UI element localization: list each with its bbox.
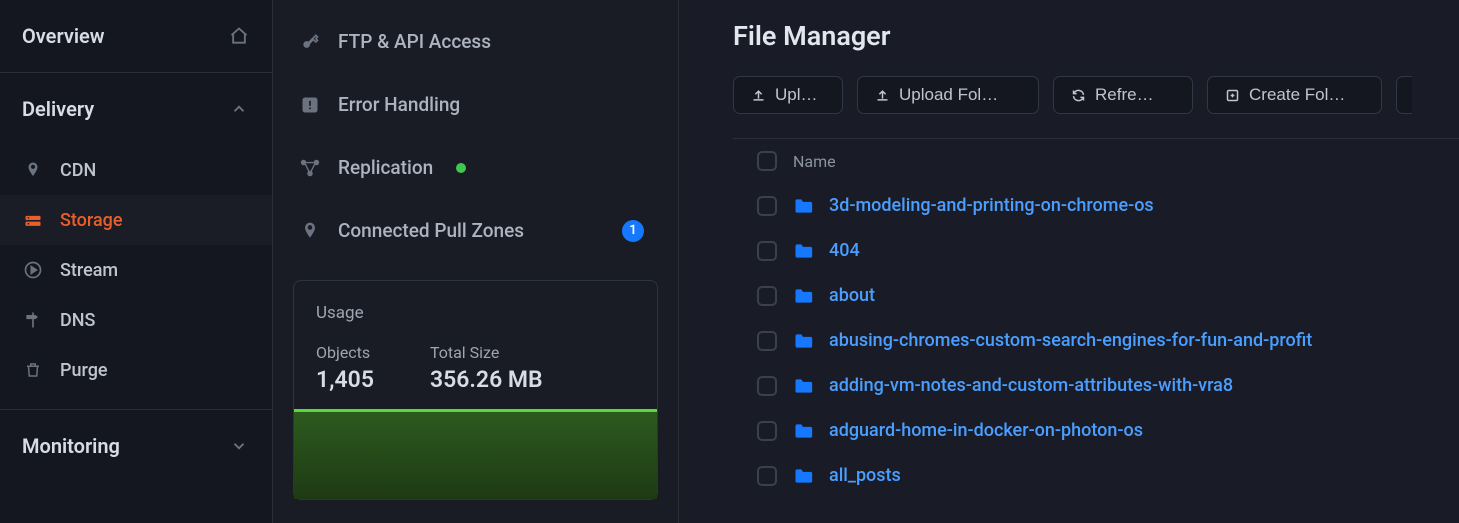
file-name-link[interactable]: adguard-home-in-docker-on-photon-os [829, 420, 1143, 441]
folder-icon [793, 331, 813, 351]
play-circle-icon [22, 259, 44, 281]
folder-icon [793, 466, 813, 486]
usage-size-value: 356.26 MB [430, 366, 543, 393]
sec-item-label: Replication [338, 156, 433, 179]
table-row: all_posts [733, 453, 1459, 498]
folder-icon [793, 286, 813, 306]
table-row: about [733, 273, 1459, 318]
file-name-link[interactable]: abusing-chromes-custom-search-engines-fo… [829, 330, 1312, 351]
refresh-button[interactable]: Refre… [1053, 76, 1193, 114]
chevron-down-icon [228, 435, 250, 457]
overflow-button[interactable] [1396, 76, 1412, 114]
count-badge: 1 [622, 220, 644, 242]
usage-title: Usage [316, 303, 635, 323]
usage-objects-label: Objects [316, 343, 374, 362]
button-label: Refre… [1095, 85, 1154, 105]
nav-item-purge[interactable]: Purge [0, 345, 272, 395]
network-icon [299, 157, 321, 179]
sec-item-pull-zones[interactable]: Connected Pull Zones 1 [273, 199, 678, 262]
nav-sidebar: Overview Delivery CDN Storage Stream [0, 0, 273, 523]
upload-icon [750, 87, 766, 103]
alert-square-icon [299, 94, 321, 116]
table-row: adguard-home-in-docker-on-photon-os [733, 408, 1459, 453]
row-checkbox[interactable] [757, 286, 777, 306]
home-icon [228, 25, 250, 47]
row-checkbox[interactable] [757, 376, 777, 396]
nav-section-delivery[interactable]: Delivery [0, 72, 272, 145]
select-all-checkbox[interactable] [757, 151, 777, 171]
nav-delivery-label: Delivery [22, 97, 94, 121]
usage-size-label: Total Size [430, 343, 543, 362]
nav-section-overview[interactable]: Overview [0, 0, 272, 72]
folder-icon [793, 241, 813, 261]
upload-folder-icon [874, 87, 890, 103]
storage-icon [22, 209, 44, 231]
file-name-link[interactable]: 404 [829, 240, 860, 261]
key-icon [299, 31, 321, 53]
nav-item-dns[interactable]: DNS [0, 295, 272, 345]
nav-item-stream[interactable]: Stream [0, 245, 272, 295]
table-row: abusing-chromes-custom-search-engines-fo… [733, 318, 1459, 363]
file-table: Name 3d-modeling-and-printing-on-chrome-… [733, 138, 1459, 498]
nav-item-label: DNS [60, 310, 95, 331]
table-row: 404 [733, 228, 1459, 273]
signpost-icon [22, 309, 44, 331]
row-checkbox[interactable] [757, 196, 777, 216]
nav-overview-label: Overview [22, 24, 105, 48]
table-row: 3d-modeling-and-printing-on-chrome-os [733, 183, 1459, 228]
secondary-sidebar: FTP & API Access Error Handling Replicat… [273, 0, 679, 523]
sec-item-replication[interactable]: Replication [273, 136, 678, 199]
file-name-link[interactable]: all_posts [829, 465, 901, 486]
button-label: Uplo… [775, 85, 826, 105]
upload-folder-button[interactable]: Upload Fol… [857, 76, 1039, 114]
sec-item-ftp-api[interactable]: FTP & API Access [273, 10, 678, 73]
file-name-link[interactable]: 3d-modeling-and-printing-on-chrome-os [829, 195, 1154, 216]
button-label: Upload Fol… [899, 85, 998, 105]
chevron-up-icon [228, 98, 250, 120]
plus-square-icon [1224, 87, 1240, 103]
file-name-link[interactable]: about [829, 285, 875, 306]
toolbar: Uplo… Upload Fol… Refre… Create Fol… [733, 76, 1459, 114]
pin-icon [299, 220, 321, 242]
folder-icon [793, 196, 813, 216]
table-row: adding-vm-notes-and-custom-attributes-wi… [733, 363, 1459, 408]
nav-item-label: CDN [60, 160, 96, 181]
usage-chart [294, 409, 657, 499]
usage-card: Usage Objects 1,405 Total Size 356.26 MB [293, 280, 658, 500]
sec-item-label: Connected Pull Zones [338, 219, 524, 242]
main-content: File Manager Uplo… Upload Fol… Refre… Cr… [679, 0, 1459, 523]
row-checkbox[interactable] [757, 241, 777, 261]
upload-button[interactable]: Uplo… [733, 76, 843, 114]
sec-item-label: FTP & API Access [338, 30, 491, 53]
row-checkbox[interactable] [757, 466, 777, 486]
column-header-name: Name [793, 152, 836, 171]
sec-item-error-handling[interactable]: Error Handling [273, 73, 678, 136]
table-header-row: Name [733, 139, 1459, 183]
nav-item-label: Purge [60, 360, 108, 381]
nav-item-label: Storage [60, 210, 123, 231]
nav-item-cdn[interactable]: CDN [0, 145, 272, 195]
trash-icon [22, 359, 44, 381]
sec-item-label: Error Handling [338, 93, 460, 116]
button-label: Create Fol… [1249, 85, 1345, 105]
status-dot-icon [456, 163, 466, 173]
pin-icon [22, 159, 44, 181]
row-checkbox[interactable] [757, 331, 777, 351]
nav-item-label: Stream [60, 260, 118, 281]
usage-size-stat: Total Size 356.26 MB [430, 343, 543, 393]
nav-monitoring-label: Monitoring [22, 434, 120, 458]
folder-icon [793, 421, 813, 441]
nav-section-monitoring[interactable]: Monitoring [0, 409, 272, 482]
file-name-link[interactable]: adding-vm-notes-and-custom-attributes-wi… [829, 375, 1233, 396]
create-folder-button[interactable]: Create Fol… [1207, 76, 1382, 114]
row-checkbox[interactable] [757, 421, 777, 441]
refresh-icon [1070, 87, 1086, 103]
usage-objects-stat: Objects 1,405 [316, 343, 374, 393]
page-title: File Manager [733, 20, 1459, 52]
nav-item-storage[interactable]: Storage [0, 195, 272, 245]
folder-icon [793, 376, 813, 396]
usage-objects-value: 1,405 [316, 366, 374, 393]
